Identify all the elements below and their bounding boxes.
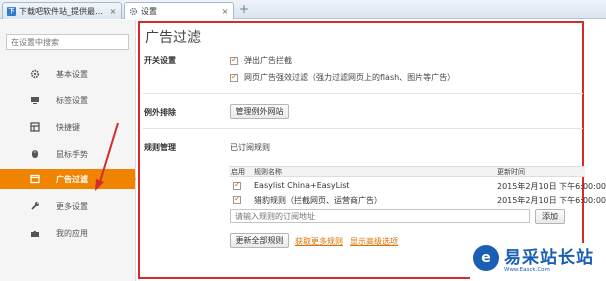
tab-label: 下载吧软件站_提供最… [19, 6, 103, 16]
rule-name: Easylist China+EasyList [254, 181, 350, 190]
advanced-options-link[interactable]: 显示高级选项 [350, 236, 398, 247]
watermark-logo-icon: e [473, 245, 499, 271]
table-row[interactable]: Easylist China+EasyList 2015年2月10日 下午6:0… [229, 179, 606, 192]
window-icon [30, 174, 40, 184]
strong-filter-label: 网页广告强效过滤（强力过滤网页上的flash、图片等广告） [244, 73, 456, 82]
watermark-text: 易采站长站 [504, 248, 594, 268]
subscribed-rules-label: 已订阅规则 [230, 143, 270, 152]
section-divider [143, 93, 583, 94]
close-icon[interactable]: × [109, 7, 117, 16]
tab-label: 设置 [141, 6, 157, 16]
exception-section-label: 例外排除 [144, 108, 176, 117]
column-header: 规则名称 [254, 168, 282, 176]
tab-download-site[interactable]: 下 下载吧软件站_提供最… × [2, 2, 122, 19]
add-rule-button[interactable]: 添加 [535, 209, 565, 224]
active-indicator-arrow [128, 169, 136, 189]
sidebar-item-label: 鼠标手势 [56, 149, 88, 159]
section-divider [143, 128, 583, 129]
sidebar-item-label: 基本设置 [56, 69, 88, 79]
rules-section-label: 规则管理 [144, 143, 176, 152]
sidebar-item-my-apps[interactable]: 我的应用 [0, 223, 135, 243]
sidebar-item-more-settings[interactable]: 更多设置 [0, 196, 135, 216]
rule-updated: 2015年2月10日 下午6:00:00 [497, 182, 606, 191]
settings-sidebar: 基本设置 标签设置 快捷键 鼠标手势 广告过滤 更多设置 我的应用 [0, 20, 136, 281]
sidebar-item-tabs[interactable]: 标签设置 [0, 90, 135, 110]
tab-bar: 下 下载吧软件站_提供最… × 设置 × + [0, 0, 606, 19]
popup-block-label: 弹出广告拦截 [244, 56, 292, 65]
settings-content: 广告过滤 开关设置 弹出广告拦截 网页广告强效过滤（强力过滤网页上的flash、… [137, 20, 606, 281]
more-rules-link[interactable]: 获取更多规则 [295, 236, 343, 247]
sidebar-item-shortcuts[interactable]: 快捷键 [0, 117, 135, 137]
sidebar-item-mouse-gestures[interactable]: 鼠标手势 [0, 144, 135, 164]
strong-filter-option[interactable]: 网页广告强效过滤（强力过滤网页上的flash、图片等广告） [230, 72, 455, 83]
column-header: 启用 [231, 168, 245, 176]
mouse-icon [30, 149, 40, 159]
table-row[interactable]: 猎豹规则（拦截网页、运营商广告） 2015年2月10日 下午6:00:00 [229, 193, 606, 206]
watermark-subtext: Www.Easck.Com [504, 267, 550, 273]
sidebar-item-label: 更多设置 [56, 201, 88, 211]
rule-name: 猎豹规则（拦截网页、运营商广告） [254, 196, 382, 205]
sidebar-item-label: 广告过滤 [56, 174, 88, 184]
tab-settings[interactable]: 设置 × [124, 2, 234, 19]
sidebar-item-ad-filter[interactable]: 广告过滤 [0, 169, 135, 189]
gear-icon [129, 7, 138, 16]
page-title: 广告过滤 [145, 30, 201, 46]
rule-enable-checkbox[interactable] [233, 180, 241, 190]
site-watermark: e 易采站长站 Www.Easck.Com [470, 243, 606, 281]
column-header: 更新时间 [497, 168, 525, 176]
wrench-icon [30, 201, 40, 211]
update-all-rules-button[interactable]: 更新全部规则 [230, 233, 289, 248]
manage-exceptions-button[interactable]: 管理例外网站 [230, 104, 289, 119]
close-icon[interactable]: × [221, 7, 229, 16]
grid-icon [30, 122, 40, 132]
rule-subscription-input[interactable] [230, 209, 530, 223]
settings-search-input[interactable] [6, 34, 129, 50]
popup-block-checkbox[interactable] [230, 55, 238, 65]
sidebar-item-label: 快捷键 [56, 122, 80, 132]
puzzle-icon [30, 228, 40, 238]
sidebar-item-basic[interactable]: 基本设置 [0, 64, 135, 84]
sidebar-item-label: 标签设置 [56, 95, 88, 105]
monitor-icon [30, 95, 40, 105]
popup-block-option[interactable]: 弹出广告拦截 [230, 55, 292, 66]
sidebar-item-label: 我的应用 [56, 228, 88, 238]
new-tab-button[interactable]: + [238, 3, 250, 16]
switch-section-label: 开关设置 [144, 56, 176, 65]
rule-updated: 2015年2月10日 下午6:00:00 [497, 196, 606, 205]
rules-table-header: 启用 规则名称 更新时间 [229, 166, 585, 177]
site-favicon-icon: 下 [7, 6, 16, 16]
gear-icon [30, 69, 40, 79]
rule-enable-checkbox[interactable] [233, 194, 241, 204]
strong-filter-checkbox[interactable] [230, 72, 238, 82]
